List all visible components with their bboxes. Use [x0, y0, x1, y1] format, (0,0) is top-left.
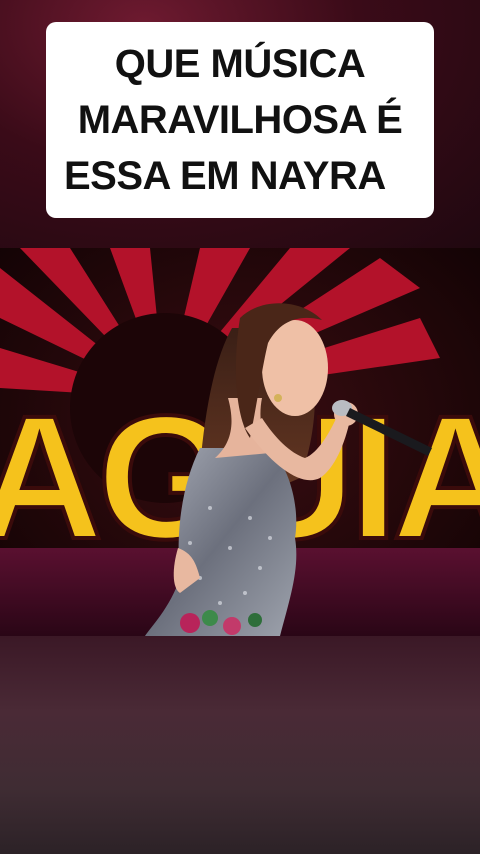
bottom-blurred-background [0, 636, 480, 854]
caption-line-2: MARAVILHOSA É [77, 98, 403, 142]
caption-box: QUE MÚSICA MARAVILHOSA É ESSA EM NAYRA [46, 22, 434, 218]
caption-line-3: ESSA EM NAYRA [64, 154, 386, 198]
caption-line-1: QUE MÚSICA [114, 42, 366, 86]
video-frame[interactable]: QUE MÚSICA MARAVILHOSA É ESSA EM NAYRA [0, 0, 480, 854]
video-still[interactable]: AGUIA [0, 248, 480, 636]
stage-scene: AGUIA [0, 248, 480, 636]
